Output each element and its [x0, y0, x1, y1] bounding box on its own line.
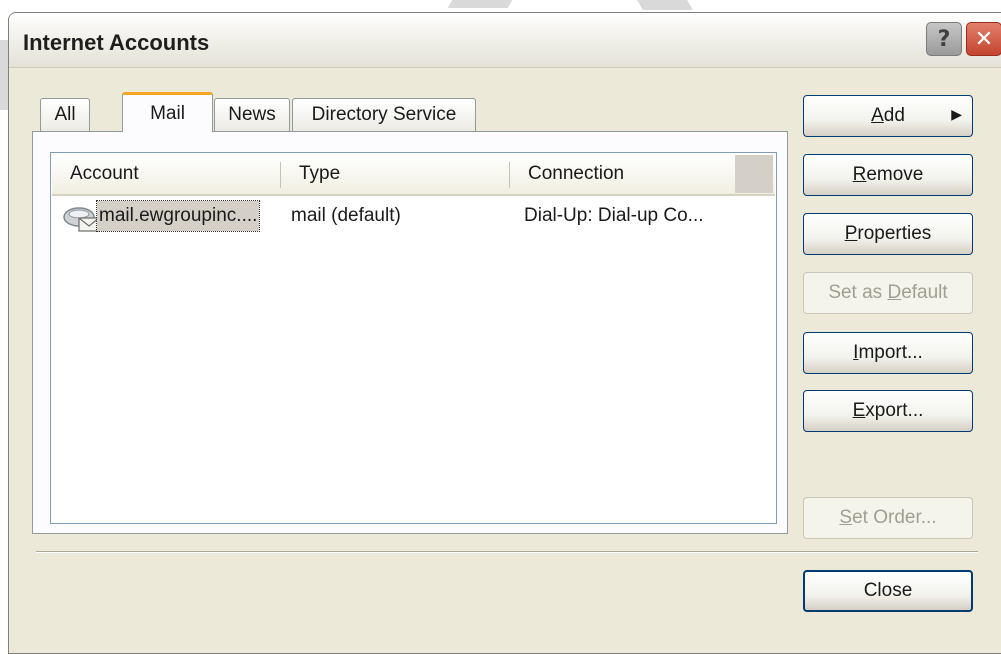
- import-button[interactable]: Import...: [803, 332, 973, 374]
- background-watermark-stroke: [447, 0, 513, 8]
- column-label: Connection: [528, 163, 625, 184]
- export-button[interactable]: Export...: [803, 390, 973, 432]
- properties-label: Properties: [844, 223, 932, 244]
- column-header-type[interactable]: Type: [281, 154, 509, 194]
- help-button[interactable]: ?: [926, 22, 962, 56]
- column-header-account[interactable]: Account: [52, 154, 280, 194]
- question-mark-icon: ?: [937, 26, 951, 52]
- tab-label: Mail: [150, 102, 185, 124]
- set-as-default-label: Set as Default: [828, 282, 948, 303]
- table-row[interactable]: mail.ewgroupinc.... mail (default) Dial-…: [59, 200, 759, 233]
- close-button[interactable]: Close: [803, 570, 973, 612]
- account-type-cell: mail (default): [291, 205, 401, 226]
- remove-label: Remove: [852, 164, 924, 185]
- set-as-default-button[interactable]: Set as Default: [803, 272, 973, 314]
- set-order-label: Set Order...: [839, 507, 937, 528]
- tab-label: All: [54, 104, 76, 125]
- close-window-button[interactable]: ✕: [966, 22, 1001, 56]
- tab-directory-service[interactable]: Directory Service: [292, 98, 476, 131]
- header-filler: [735, 155, 773, 193]
- tab-mail[interactable]: Mail: [122, 92, 213, 132]
- submenu-arrow-icon: ▶: [951, 106, 962, 122]
- column-header-connection[interactable]: Connection: [510, 154, 738, 194]
- import-label: Import...: [853, 342, 923, 363]
- column-label: Account: [70, 163, 139, 184]
- title-bar[interactable]: Internet Accounts: [9, 13, 1001, 68]
- export-label: Export...: [852, 400, 924, 421]
- mail-account-icon: [63, 207, 100, 232]
- remove-button[interactable]: Remove: [803, 154, 973, 196]
- account-name-cell: mail.ewgroupinc....: [95, 200, 261, 232]
- close-icon: ✕: [974, 26, 994, 52]
- tab-label: News: [228, 104, 276, 125]
- set-order-button[interactable]: Set Order...: [803, 497, 973, 539]
- add-button[interactable]: Add ▶: [803, 95, 973, 137]
- add-label: Add: [871, 105, 905, 126]
- accounts-list[interactable]: Account Type Connection mail.ewgroupinc.…: [50, 152, 777, 524]
- close-label: Close: [863, 580, 913, 601]
- account-connection-cell: Dial-Up: Dial-up Co...: [524, 205, 704, 226]
- background-watermark-stroke: [637, 0, 693, 10]
- tab-all[interactable]: All: [40, 98, 90, 131]
- tab-news[interactable]: News: [214, 98, 290, 131]
- tab-label: Directory Service: [311, 104, 457, 125]
- window-title: Internet Accounts: [23, 30, 210, 55]
- column-label: Type: [299, 163, 341, 184]
- divider: [36, 551, 978, 553]
- list-header: Account Type Connection: [52, 154, 775, 196]
- properties-button[interactable]: Properties: [803, 213, 973, 255]
